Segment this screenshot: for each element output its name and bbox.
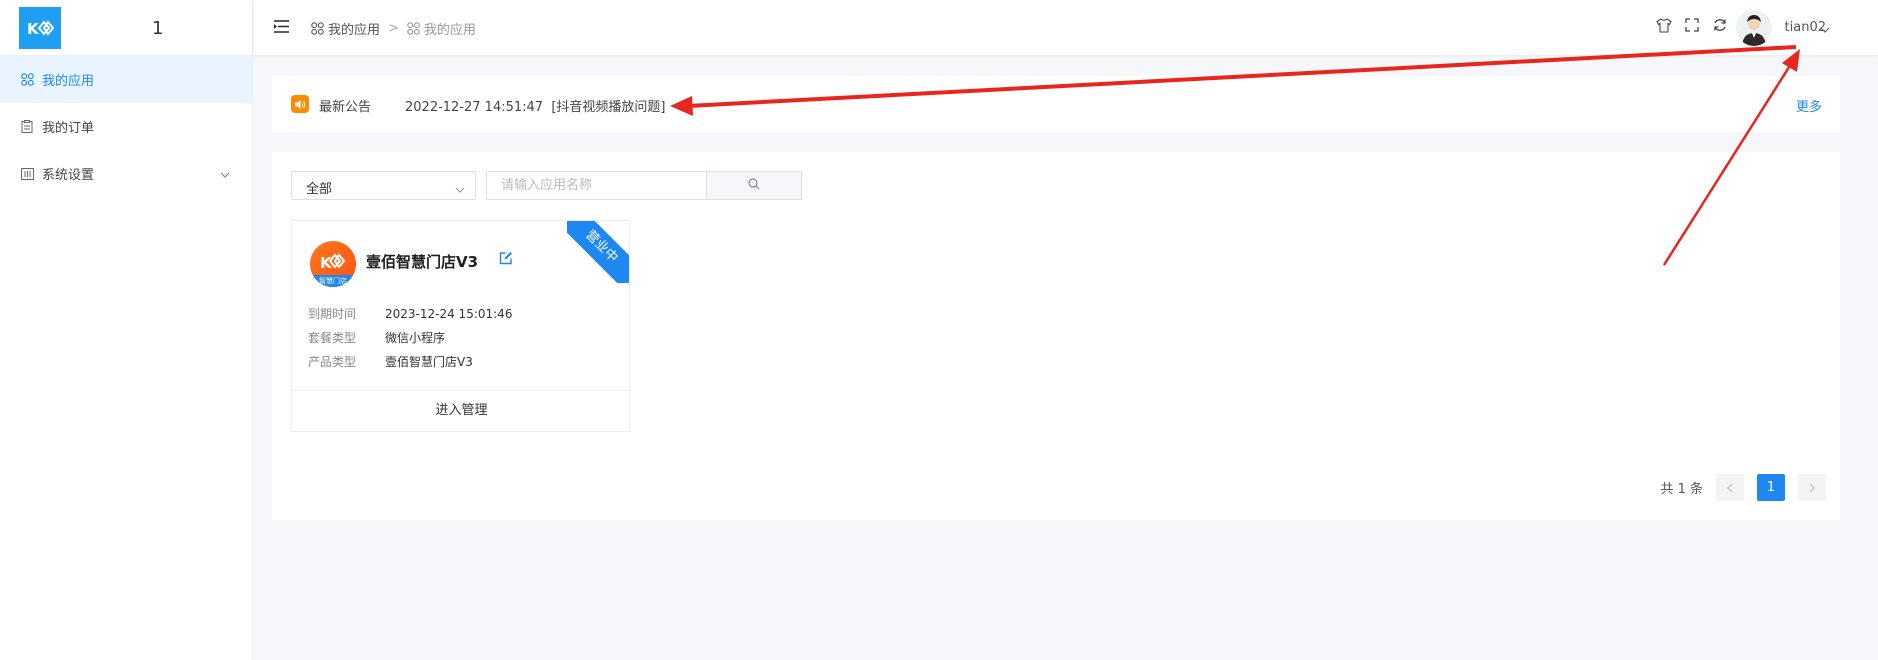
fullscreen-icon[interactable] — [1684, 17, 1700, 33]
menu-toggle-icon[interactable] — [274, 20, 289, 34]
sidebar-item-system-settings[interactable]: 系统设置 — [0, 150, 252, 197]
enter-management-button[interactable]: 进入管理 — [292, 390, 629, 431]
sidebar: K 1 我的应用 我的订单 系统设置 — [0, 0, 253, 660]
sidebar-item-label: 系统设置 — [42, 168, 95, 183]
expiry-value: 2023-12-24 15:01:46 — [385, 307, 513, 321]
app-logo: K 智慧门店 — [310, 241, 356, 287]
chevron-down-icon[interactable] — [1820, 22, 1830, 37]
status-badge: 营业中 — [567, 221, 629, 283]
breadcrumb-label: 我的应用 — [423, 23, 476, 38]
app-logo-band: 智慧门店 — [310, 275, 356, 287]
sidebar-item-my-orders[interactable]: 我的订单 — [0, 103, 252, 150]
announcement-link[interactable]: 2022-12-27 14:51:47 [抖音视频播放问题] — [405, 96, 665, 115]
speaker-icon — [291, 95, 309, 113]
search-icon — [748, 177, 760, 194]
announcement-bar: 最新公告 2022-12-27 14:51:47 [抖音视频播放问题] 更多 — [272, 76, 1840, 132]
category-select[interactable]: 全部 — [291, 171, 476, 200]
product-type-row: 产品类型 壹佰智慧门店V3 — [308, 353, 473, 370]
chevron-down-icon — [455, 182, 465, 197]
apps-panel: 全部 K 智慧门店 壹佰智慧门店V3 营业中 到期时间 2023-12-24 15… — [272, 152, 1840, 520]
breadcrumb-item[interactable]: 我的应用 — [311, 19, 380, 38]
product-type-label: 产品类型 — [308, 355, 357, 369]
breadcrumb-item-current: 我的应用 — [407, 19, 476, 38]
header-tools — [1656, 17, 1728, 33]
more-link[interactable]: 更多 — [1796, 96, 1822, 115]
logo-row: K 1 — [0, 0, 252, 56]
chevron-down-icon — [220, 167, 230, 182]
select-value: 全部 — [306, 182, 333, 197]
svg-text:K: K — [27, 20, 40, 38]
grid-icon — [311, 22, 324, 35]
product-type-value: 壹佰智慧门店V3 — [385, 355, 473, 369]
breadcrumb-separator: > — [388, 21, 399, 36]
avatar[interactable] — [1736, 10, 1772, 46]
page-number[interactable]: 1 — [1757, 474, 1785, 501]
announcement-label: 最新公告 — [319, 100, 372, 115]
expiry-row: 到期时间 2023-12-24 15:01:46 — [308, 305, 512, 322]
total-count: 共 1 条 — [1660, 482, 1703, 497]
package-type-value: 微信小程序 — [385, 331, 446, 345]
next-page-button[interactable] — [1798, 474, 1826, 501]
logo-number: 1 — [152, 18, 164, 39]
sidebar-item-label: 我的应用 — [42, 74, 95, 89]
status-ribbon: 营业中 — [567, 221, 629, 283]
top-header: 我的应用 > 我的应用 tian02 — [254, 0, 1878, 56]
sidebar-item-label: 我的订单 — [42, 121, 95, 136]
app-title: 壹佰智慧门店V3 — [366, 253, 479, 271]
breadcrumb: 我的应用 > 我的应用 — [311, 19, 476, 38]
sidebar-item-my-apps[interactable]: 我的应用 — [0, 56, 252, 103]
search-button[interactable] — [706, 171, 802, 200]
chevron-left-icon — [1727, 483, 1733, 492]
package-type-label: 套餐类型 — [308, 331, 357, 345]
chevron-right-icon — [1809, 483, 1815, 492]
edit-icon[interactable] — [499, 251, 513, 269]
expiry-label: 到期时间 — [308, 307, 357, 321]
tshirt-icon[interactable] — [1656, 17, 1672, 33]
app-card: K 智慧门店 壹佰智慧门店V3 营业中 到期时间 2023-12-24 15:01… — [291, 220, 630, 432]
pagination: 共 1 条 1 — [1660, 474, 1826, 501]
settings-panel-icon — [20, 167, 34, 181]
app-name-search-input[interactable] — [486, 171, 706, 200]
clipboard-icon — [20, 120, 34, 134]
grid-icon — [407, 22, 420, 35]
grid-icon — [20, 73, 34, 87]
package-type-row: 套餐类型 微信小程序 — [308, 329, 445, 346]
prev-page-button[interactable] — [1716, 474, 1744, 501]
breadcrumb-label: 我的应用 — [328, 23, 381, 38]
refresh-icon[interactable] — [1712, 17, 1728, 33]
brand-logo[interactable]: K — [19, 6, 61, 49]
